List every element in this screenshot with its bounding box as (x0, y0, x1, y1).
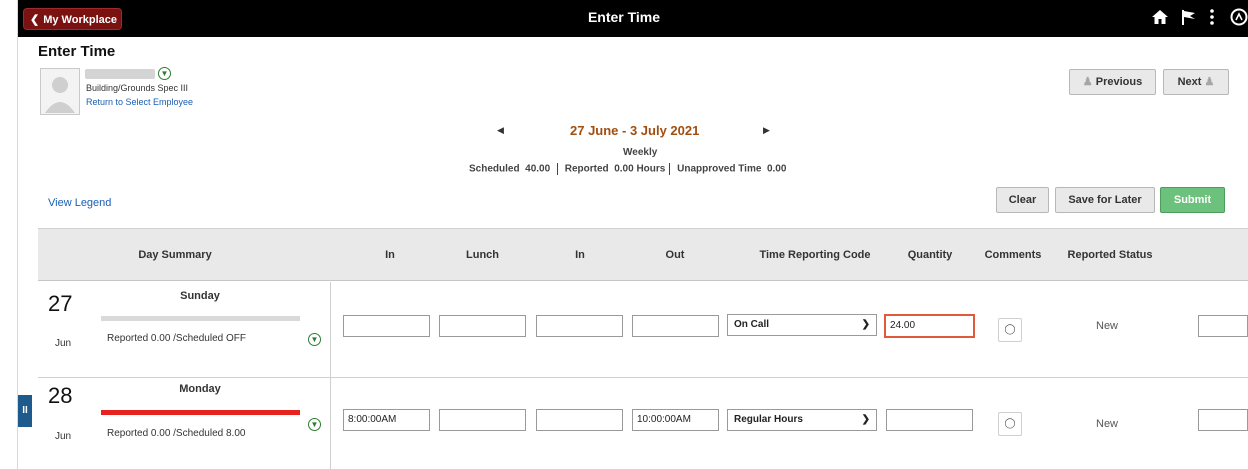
in-time-input-2[interactable] (536, 409, 623, 431)
day-number: 28 (48, 383, 73, 408)
employee-job-title: Building/Grounds Spec III (86, 83, 189, 93)
out-time-input[interactable]: 10:00:00AM (632, 409, 719, 431)
chevron-down-icon[interactable]: ▼ (308, 418, 321, 431)
day-progress-bar (101, 316, 300, 321)
reported-status: New (1096, 320, 1119, 332)
previous-button[interactable]: ♟ Previous (1069, 69, 1156, 95)
day-reported-summary: Reported 0.00 /Scheduled 8.00 (107, 428, 246, 439)
time-reporting-code-select[interactable]: On Call ❯ (727, 314, 877, 336)
more-vert-icon[interactable] (1205, 8, 1219, 30)
column-header-day-summary: Day Summary (138, 249, 212, 261)
unapproved-value: 0.00 (766, 163, 787, 175)
in-time-input[interactable] (343, 315, 430, 337)
day-number: 27 (48, 291, 73, 316)
chevron-down-icon[interactable]: ▼ (158, 67, 171, 80)
navbar-icon[interactable] (1230, 8, 1248, 30)
next-label: Next (1177, 76, 1202, 88)
column-header-in-2: In (575, 249, 585, 261)
lunch-time-input[interactable] (439, 315, 526, 337)
day-column-divider (330, 282, 331, 469)
extra-input[interactable] (1198, 409, 1248, 431)
left-edge (0, 0, 18, 469)
time-reporting-code-value: On Call (734, 319, 770, 330)
time-reporting-code-select[interactable]: Regular Hours ❯ (727, 409, 877, 431)
next-period-arrow-icon[interactable]: ▶ (763, 125, 770, 136)
weekday-name: Sunday (180, 290, 220, 302)
navbar-title: Enter Time (587, 9, 661, 25)
time-summary: Scheduled 40.00 Reported 0.00 Hours Unap… (469, 163, 786, 175)
scheduled-label: Scheduled (469, 163, 520, 175)
save-for-later-button[interactable]: Save for Later (1055, 187, 1155, 213)
view-legend-link[interactable]: View Legend (48, 197, 111, 209)
previous-period-arrow-icon[interactable]: ◀ (497, 125, 504, 136)
submit-button[interactable]: Submit (1160, 187, 1225, 213)
person-icon: ♟ (1082, 76, 1093, 88)
previous-label: Previous (1095, 76, 1143, 88)
page-title: Enter Time (38, 43, 116, 60)
column-header-time-reporting-code: Time Reporting Code (759, 249, 871, 261)
flag-icon[interactable] (1180, 8, 1198, 30)
avatar (40, 68, 80, 115)
column-header-reported-status: Reported Status (1067, 249, 1153, 261)
weekday-name: Monday (179, 383, 221, 395)
chevron-down-icon: ❯ (861, 319, 870, 330)
reported-label: Reported (564, 163, 609, 175)
comment-icon[interactable]: ◯ (998, 412, 1022, 436)
lunch-time-input[interactable] (439, 409, 526, 431)
row-divider (38, 377, 1248, 378)
extra-input[interactable] (1198, 315, 1248, 337)
unapproved-label: Unapproved Time (677, 163, 762, 175)
comment-icon[interactable]: ◯ (998, 318, 1022, 342)
reported-status: New (1096, 418, 1119, 430)
chevron-down-icon: ❯ (861, 414, 870, 425)
employee-name-redacted (85, 69, 155, 79)
chevron-down-icon[interactable]: ▼ (308, 333, 321, 346)
period-view: Weekly (623, 147, 658, 158)
day-month: Jun (55, 338, 72, 349)
time-reporting-code-value: Regular Hours (734, 414, 803, 425)
column-header-lunch: Lunch (466, 249, 499, 261)
column-header-comments: Comments (984, 249, 1042, 261)
in-time-input[interactable]: 8:00:00AM (343, 409, 430, 431)
divider (556, 163, 558, 175)
in-time-input-2[interactable] (536, 315, 623, 337)
person-icon: ♟ (1204, 76, 1215, 88)
out-time-input[interactable] (632, 315, 719, 337)
quantity-input[interactable] (886, 409, 973, 431)
quantity-input[interactable]: 24.00 (884, 314, 975, 338)
day-reported-summary: Reported 0.00 /Scheduled OFF (107, 333, 246, 344)
column-header-quantity: Quantity (907, 249, 953, 261)
return-to-select-employee-link[interactable]: Return to Select Employee (86, 97, 193, 107)
scheduled-value: 40.00 (525, 163, 551, 175)
column-header-in: In (385, 249, 395, 261)
column-header-out: Out (665, 249, 685, 261)
day-month: Jun (55, 431, 72, 442)
divider (669, 163, 671, 175)
next-button[interactable]: Next ♟ (1163, 69, 1229, 95)
period-range: 27 June - 3 July 2021 (570, 123, 700, 138)
home-icon[interactable] (1151, 8, 1169, 30)
reported-value: 0.00 Hours (614, 163, 666, 175)
clear-button[interactable]: Clear (996, 187, 1049, 213)
day-progress-bar (101, 410, 300, 415)
pause-icon[interactable]: II (18, 395, 32, 427)
